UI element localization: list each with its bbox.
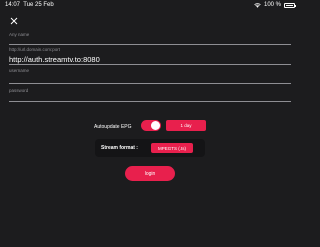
- battery-percentage: 100 %: [263, 2, 281, 8]
- login-button[interactable]: login: [125, 166, 175, 181]
- username-underline: [9, 83, 291, 84]
- name-underline: [9, 44, 291, 45]
- wifi-icon: [254, 2, 261, 8]
- url-label: http://url.domain.com:port: [9, 47, 61, 52]
- battery-icon: [284, 2, 296, 8]
- url-underline: [9, 64, 291, 65]
- epg-interval-button[interactable]: 1 day: [166, 120, 206, 131]
- name-placeholder: Any name: [9, 32, 30, 37]
- autoupdate-epg-label: Autoupdate EPG: [94, 124, 132, 130]
- status-date: Tue 25 Feb: [23, 2, 54, 8]
- status-time: 14:07: [5, 2, 21, 8]
- toggle-knob: [151, 121, 160, 130]
- close-button[interactable]: [9, 13, 19, 25]
- stream-format-select[interactable]: MPEGTS (.ts): [151, 143, 193, 153]
- url-value: http://auth.streamtv.to:8080: [9, 55, 100, 64]
- stream-format-label: Stream format :: [101, 145, 138, 151]
- stream-format-panel: Stream format : MPEGTS (.ts): [95, 139, 205, 157]
- status-bar: 14:07 Tue 25 Feb 100 %: [0, 0, 300, 11]
- password-underline: [9, 101, 291, 102]
- autoupdate-epg-toggle[interactable]: [141, 120, 161, 131]
- password-placeholder: password: [9, 88, 29, 93]
- close-icon: [10, 17, 18, 25]
- username-placeholder: username: [9, 68, 30, 73]
